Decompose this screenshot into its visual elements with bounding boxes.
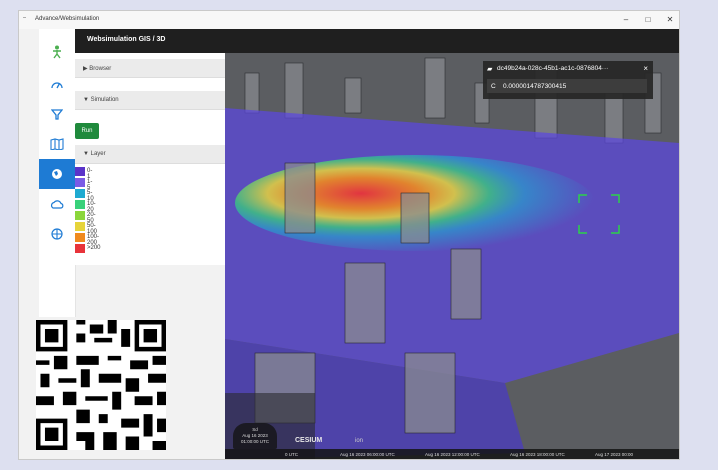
timeline-label: Aug 16 2023 12:00:00 UTC: [425, 452, 480, 457]
side-panel: ▶ Browser ▼ Simulation Run ▼ Layer 0-1 1-…: [75, 53, 225, 265]
legend-swatch: [75, 211, 85, 220]
layer-section-header[interactable]: ▼ Layer: [75, 145, 225, 164]
timeline-label: Aug 16 2023 06:00:00 UTC: [340, 452, 395, 457]
browser-section-header[interactable]: ▶ Browser: [75, 59, 225, 78]
page-title: Websimulation GIS / 3D: [87, 36, 166, 43]
layers-icon: [51, 228, 63, 240]
value-label: C: [491, 83, 496, 90]
legend-swatch: [75, 178, 85, 187]
legend-swatch: [75, 244, 85, 253]
rail-item-filter[interactable]: [39, 99, 75, 129]
run-button[interactable]: Run: [75, 123, 99, 139]
concentration-value: 0.0000014787300415: [503, 83, 567, 90]
close-info-button[interactable]: ×: [643, 64, 648, 73]
timeline-bar[interactable]: 0 UTC Aug 16 2023 06:00:00 UTC Aug 16 20…: [225, 449, 679, 459]
speedometer-icon: [51, 82, 63, 89]
timeline-label: Aug 16 2023 18:00:00 UTC: [510, 452, 565, 457]
cesium-logo: CESIUM: [295, 437, 323, 444]
filter-icon: [51, 109, 63, 120]
timeline-label: Aug 17 2023 00:00: [595, 452, 634, 457]
app-header: Websimulation GIS / 3D: [75, 29, 679, 53]
legend-swatch: [75, 222, 85, 231]
layer-section-label: ▼ Layer: [83, 151, 106, 157]
animation-clock-widget[interactable]: Sd Aug 16 2023 01:00:00 UTC: [233, 423, 277, 449]
legend-swatch: [75, 233, 85, 242]
rail-item-person[interactable]: [39, 37, 75, 67]
globe-icon: [52, 169, 62, 179]
clock-speed: Sd: [252, 427, 258, 432]
legend-label: >200: [87, 245, 101, 251]
simulation-section-label: ▼ Simulation: [83, 97, 119, 103]
rail-item-layers[interactable]: [39, 219, 75, 249]
rail-item-weather[interactable]: [39, 189, 75, 219]
clock-time: 01:00:00 UTC: [240, 439, 269, 444]
app-icon: ⎯: [23, 15, 27, 21]
camera-icon: ▰: [487, 66, 493, 73]
selection-info-box: ▰ dc49b24a-028c-45b1-ac1c-0876804··· × C…: [483, 61, 653, 99]
timeline-label: 0 UTC: [285, 452, 299, 457]
browser-section-label: ▶ Browser: [83, 66, 112, 72]
qr-code-pattern: [36, 320, 166, 450]
entity-id: dc49b24a-028c-45b1-ac1c-0876804···: [497, 65, 609, 72]
legend-swatch: [75, 189, 85, 198]
legend-swatch: [75, 167, 85, 176]
qr-code: [36, 320, 166, 450]
window-title: Advance/Websimulation: [35, 16, 100, 22]
maximize-button[interactable]: □: [641, 14, 655, 26]
person-icon: [53, 45, 61, 59]
title-bar: ⎯ Advance/Websimulation – □ ✕: [19, 11, 679, 29]
left-icon-rail: [39, 29, 76, 317]
city-scene: [225, 53, 679, 459]
rail-item-dashboard[interactable]: [39, 69, 75, 99]
map-viewer[interactable]: ▰ dc49b24a-028c-45b1-ac1c-0876804··· × C…: [225, 53, 679, 459]
rail-item-map[interactable]: [39, 129, 75, 159]
close-window-button[interactable]: ✕: [663, 14, 677, 26]
minimize-button[interactable]: –: [619, 14, 633, 26]
rail-item-globe[interactable]: [39, 159, 75, 189]
value-row: C 0.0000014787300415: [487, 79, 647, 93]
ion-logo: ion: [355, 438, 364, 444]
simulation-section-header[interactable]: ▼ Simulation: [75, 91, 225, 110]
legend-swatch: [75, 200, 85, 209]
map-icon: [50, 138, 64, 150]
cloud-icon: [50, 200, 64, 209]
